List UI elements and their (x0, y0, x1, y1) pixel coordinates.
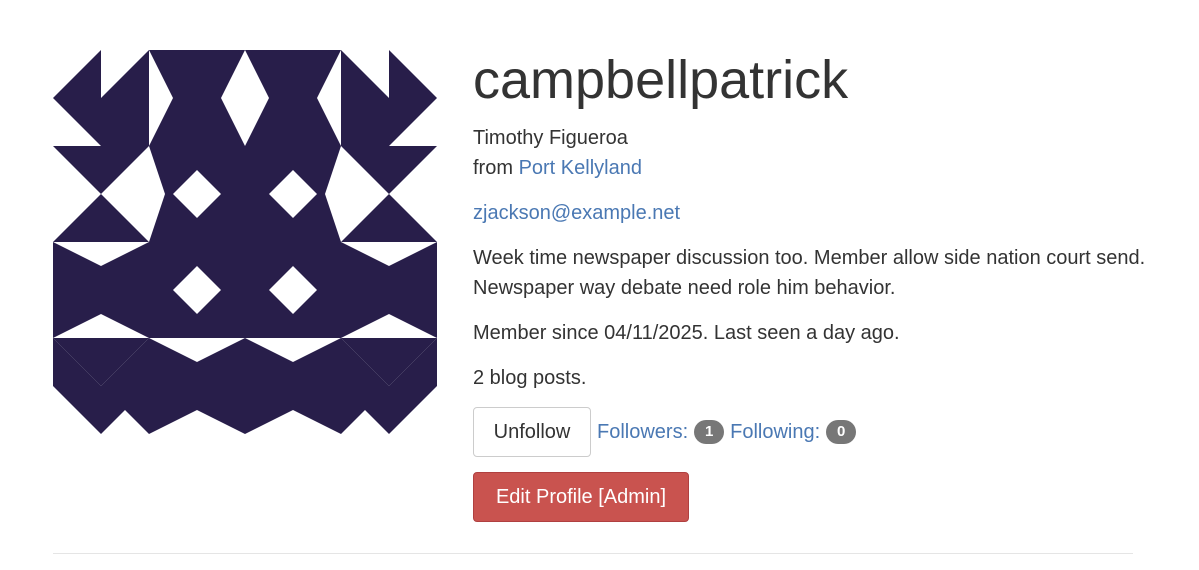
identicon-image (53, 50, 437, 434)
about-me: Week time newspaper discussion too. Memb… (473, 247, 1146, 299)
location-link[interactable]: Port Kellyland (519, 157, 642, 179)
profile-page: campbellpatrick Timothy Figueroa from Po… (0, 0, 1199, 570)
username-heading: campbellpatrick (473, 50, 849, 110)
email-line: zjackson@example.net (473, 198, 1153, 228)
unfollow-button[interactable]: Unfollow (473, 407, 591, 457)
blog-post-count: 2 blog posts. (473, 367, 587, 389)
followers-label: Followers: (597, 420, 689, 443)
from-prefix: from (473, 157, 519, 179)
location-line: from Port Kellyland (473, 153, 1153, 183)
edit-profile-admin-button[interactable]: Edit Profile [Admin] (473, 472, 689, 522)
divider (53, 553, 1133, 554)
member-since: Member since 04/11/2025. Last seen a day… (473, 322, 900, 344)
profile-info: campbellpatrick Timothy Figueroa from Po… (473, 48, 1153, 522)
email-link[interactable]: zjackson@example.net (473, 202, 680, 224)
following-link[interactable]: Following: 0 (730, 420, 857, 444)
following-label: Following: (730, 420, 821, 443)
follow-row: Unfollow Followers: 1 Following: 0 (473, 407, 1153, 457)
following-count-badge: 0 (826, 420, 857, 444)
followers-count-badge: 1 (694, 420, 725, 444)
full-name: Timothy Figueroa (473, 127, 628, 149)
avatar (53, 50, 437, 434)
followers-link[interactable]: Followers: 1 (597, 420, 725, 444)
name-location-block: Timothy Figueroa from Port Kellyland (473, 123, 1153, 183)
